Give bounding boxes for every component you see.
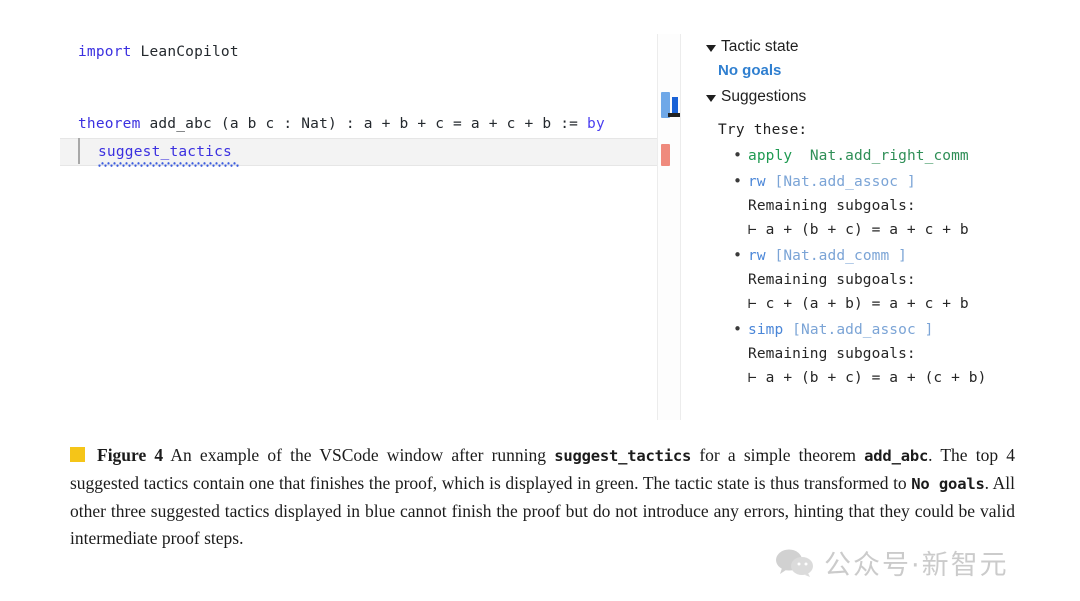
code-line-import[interactable]: import LeanCopilot	[78, 42, 239, 62]
remaining-subgoals-label: Remaining subgoals:	[748, 198, 916, 214]
suggestion-item[interactable]: simp [Nat.add_assoc ] Remaining subgoals…	[732, 317, 1066, 390]
caption-mono-suggest-tactics: suggest_tactics	[554, 447, 692, 465]
editor-minimap[interactable]	[657, 34, 681, 420]
suggestion-space	[766, 248, 775, 264]
tactic-state-label: Tactic state	[721, 38, 799, 55]
caption-mono-no-goals: No goals	[911, 475, 985, 493]
suggestion-tactic-argument: Nat.add_right_comm	[809, 148, 969, 164]
theorem-signature: add_abc (a b c : Nat) : a + b + c = a + …	[140, 116, 588, 132]
keyword-by: by	[587, 116, 605, 132]
figure-screenshot: import LeanCopilot theorem add_abc (a b …	[0, 0, 1080, 432]
suggestion-tactic-name: simp	[748, 322, 784, 338]
minimap-cursor-marker	[672, 97, 678, 113]
caption-text-part-2: for a simple theorem	[691, 445, 865, 465]
suggestion-space	[766, 174, 775, 190]
try-these-label: Try these:	[718, 122, 808, 138]
remaining-subgoals-expression: ⊢ c + (a + b) = a + c + b	[748, 296, 969, 312]
remaining-subgoals-label: Remaining subgoals:	[748, 272, 916, 288]
lean-infoview-panel: Tactic state No goals Suggestions Try th…	[706, 38, 1066, 392]
wechat-icon	[775, 548, 815, 578]
tactic-call-suggest-tactics: suggest_tactics	[98, 144, 232, 160]
indent-guide	[78, 138, 80, 164]
minimap-viewport-marker	[668, 113, 680, 117]
suggestion-tactic-name: apply	[748, 148, 793, 164]
suggestion-item[interactable]: rw [Nat.add_assoc ] Remaining subgoals: …	[732, 169, 1066, 242]
suggestion-tactic-line[interactable]: simp [Nat.add_assoc ]	[732, 317, 1066, 342]
suggestion-tactic-line[interactable]: rw [Nat.add_assoc ]	[732, 169, 1066, 194]
suggestion-item[interactable]: apply Nat.add_right_comm	[732, 143, 1066, 168]
tactic-state-section-header[interactable]: Tactic state	[706, 38, 1066, 56]
remaining-subgoals-expression: ⊢ a + (b + c) = a + c + b	[748, 222, 969, 238]
code-line-suggest-tactics[interactable]: suggest_tactics	[98, 142, 232, 162]
suggestion-tactic-name: rw	[748, 248, 766, 264]
suggestion-item[interactable]: rw [Nat.add_comm ] Remaining subgoals: ⊢…	[732, 243, 1066, 316]
chevron-down-icon[interactable]	[706, 44, 716, 52]
suggestion-tactic-argument: [Nat.add_assoc ]	[774, 174, 916, 190]
suggestion-tactic-line[interactable]: apply Nat.add_right_comm	[732, 143, 1066, 168]
remaining-subgoals-label: Remaining subgoals:	[748, 346, 916, 362]
suggestion-tactic-arg	[792, 148, 810, 164]
figure-color-swatch	[70, 447, 85, 462]
caption-text-part-1: An example of the VSCode window after ru…	[163, 445, 555, 465]
suggestions-label: Suggestions	[721, 88, 807, 105]
suggestion-tactic-name: rw	[748, 174, 766, 190]
suggestion-tactic-argument: [Nat.add_comm ]	[774, 248, 907, 264]
keyword-theorem: theorem	[78, 116, 141, 132]
suggestion-tactic-line[interactable]: rw [Nat.add_comm ]	[732, 243, 1066, 268]
keyword-import: import	[78, 44, 132, 60]
suggestions-list: apply Nat.add_right_comm rw [Nat.add_ass…	[706, 143, 1066, 390]
code-editor-pane[interactable]: import LeanCopilot theorem add_abc (a b …	[60, 32, 657, 424]
figure-caption: Figure 4 An example of the VSCode window…	[70, 442, 1015, 552]
tactic-state-value: No goals	[718, 62, 782, 79]
info-squiggle-underline	[98, 162, 239, 167]
import-module-name: LeanCopilot	[131, 44, 239, 60]
minimap-error-marker[interactable]	[661, 144, 670, 166]
suggestions-section-header[interactable]: Suggestions	[706, 88, 1066, 106]
figure-label: Figure 4	[97, 445, 164, 465]
chevron-down-icon[interactable]	[706, 94, 716, 102]
remaining-subgoals-expression: ⊢ a + (b + c) = a + (c + b)	[748, 370, 987, 386]
caption-mono-add-abc: add_abc	[864, 447, 929, 465]
suggestion-tactic-argument: [Nat.add_assoc ]	[792, 322, 934, 338]
suggestion-space	[783, 322, 792, 338]
code-line-theorem[interactable]: theorem add_abc (a b c : Nat) : a + b + …	[78, 114, 605, 134]
